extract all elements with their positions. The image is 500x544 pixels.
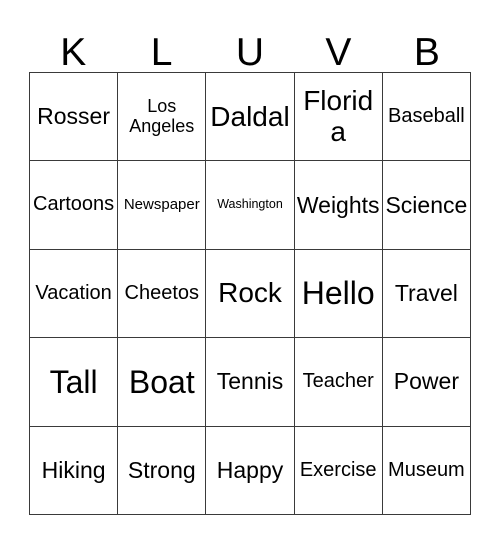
- bingo-cell[interactable]: Travel: [382, 249, 471, 339]
- bingo-cell[interactable]: Happy: [206, 426, 295, 515]
- bingo-cell[interactable]: Vacation: [30, 249, 119, 339]
- bingo-header-row: K L U V B: [29, 18, 471, 72]
- bingo-header-cell-4: B: [383, 18, 471, 72]
- bingo-cell-label: Museum: [388, 458, 465, 481]
- bingo-cell[interactable]: Florida: [294, 73, 383, 162]
- bingo-grid: Rosser Los Angeles Daldal Florida Baseball Ca…: [29, 72, 471, 515]
- bingo-cell[interactable]: Tennis: [206, 338, 295, 427]
- bingo-cell-label: Baseball: [388, 104, 465, 127]
- bingo-header-cell-1: L: [117, 18, 205, 72]
- bingo-cell[interactable]: Hello: [294, 249, 383, 339]
- bingo-cell[interactable]: Washington: [206, 161, 295, 250]
- bingo-cell[interactable]: Power: [382, 338, 471, 427]
- bingo-cell[interactable]: Exercise: [294, 426, 383, 515]
- bingo-cell-label: Rosser: [37, 103, 111, 130]
- bingo-header-letter: L: [150, 31, 173, 74]
- bingo-cell[interactable]: Hiking: [30, 426, 119, 515]
- bingo-cell-label: Tall: [49, 363, 98, 400]
- bingo-cell[interactable]: Science: [382, 161, 471, 250]
- bingo-cell[interactable]: Rock: [206, 249, 295, 339]
- bingo-cell[interactable]: Baseball: [382, 73, 471, 162]
- bingo-header-letter: K: [60, 31, 87, 74]
- bingo-cell-label: Cartoons: [33, 193, 115, 216]
- bingo-cell-label: Newspaper: [123, 196, 200, 213]
- bingo-cell[interactable]: Newspaper: [118, 161, 207, 250]
- bingo-cell-label: Tennis: [216, 368, 284, 395]
- bingo-cell[interactable]: Rosser: [30, 73, 119, 162]
- bingo-cell-label: Happy: [216, 456, 284, 483]
- bingo-cell-label: Strong: [127, 456, 196, 483]
- bingo-card: K L U V B Rosser Los Angeles Daldal Florida…: [0, 0, 500, 544]
- bingo-cell-label: Science: [385, 191, 468, 218]
- bingo-cell-label: Hello: [301, 275, 375, 312]
- bingo-cell-label: Hiking: [41, 456, 106, 483]
- bingo-cell-label: Exercise: [299, 458, 377, 481]
- bingo-header-letter: V: [325, 31, 352, 74]
- bingo-cell-label: Florida: [303, 85, 374, 147]
- bingo-header-cell-2: U: [206, 18, 294, 72]
- bingo-cell-label: Teacher: [302, 370, 374, 393]
- bingo-cell-label: Boat: [128, 363, 195, 400]
- bingo-cell[interactable]: Teacher: [294, 338, 383, 427]
- bingo-cell[interactable]: Tall: [30, 338, 119, 427]
- bingo-header-cell-0: K: [29, 18, 117, 72]
- bingo-cell-label: Vacation: [35, 281, 112, 304]
- bingo-cell-label: Weights: [296, 191, 380, 218]
- bingo-cell[interactable]: Weights: [294, 161, 383, 250]
- bingo-cell[interactable]: Cartoons: [30, 161, 119, 250]
- bingo-cell-label: Washington: [217, 197, 283, 212]
- bingo-cell-label: Power: [393, 368, 459, 395]
- bingo-header-letter: U: [235, 31, 265, 74]
- bingo-header-letter: B: [413, 31, 440, 74]
- bingo-cell[interactable]: Daldal: [206, 73, 295, 162]
- bingo-cell-label: Travel: [394, 280, 458, 307]
- bingo-cell-label: Cheetos: [124, 281, 200, 304]
- bingo-cell-label: Los Angeles: [129, 96, 195, 136]
- bingo-cell-label: Daldal: [210, 100, 290, 132]
- bingo-cell[interactable]: Museum: [382, 426, 471, 515]
- bingo-cell[interactable]: Los Angeles: [118, 73, 207, 162]
- bingo-cell[interactable]: Cheetos: [118, 249, 207, 339]
- bingo-cell[interactable]: Strong: [118, 426, 207, 515]
- bingo-header-cell-3: V: [294, 18, 382, 72]
- bingo-cell[interactable]: Boat: [118, 338, 207, 427]
- bingo-cell-label: Rock: [218, 277, 282, 309]
